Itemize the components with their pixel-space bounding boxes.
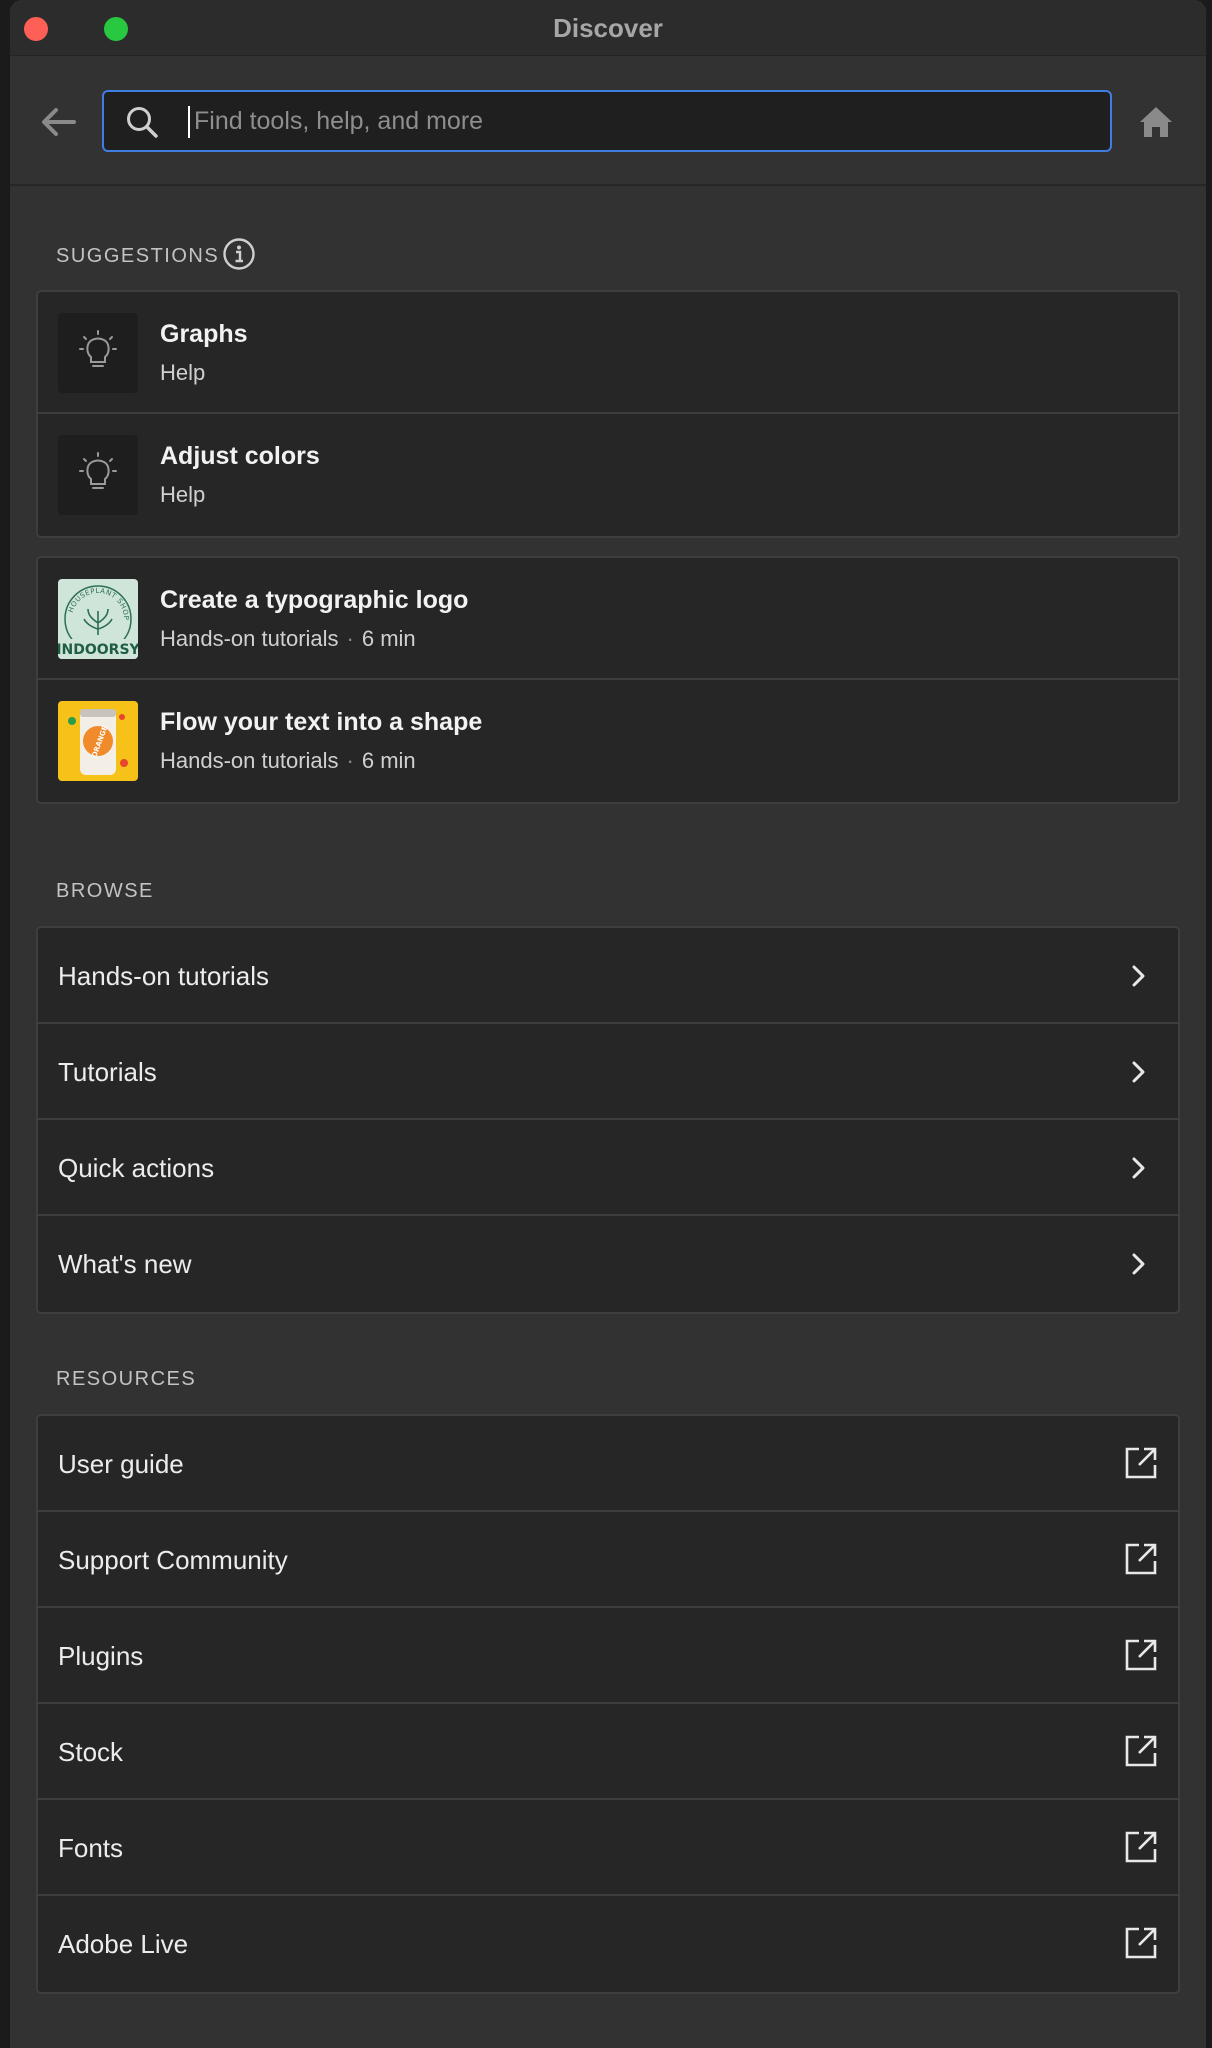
- external-link-icon: [1125, 1927, 1157, 1959]
- resource-item-label: Support Community: [58, 1545, 288, 1575]
- houseplant-logo-image: HOUSEPLANT SHOP INDOORSY: [58, 585, 138, 659]
- browse-item-label: Hands-on tutorials: [58, 961, 269, 991]
- lightbulb-icon: [79, 330, 117, 367]
- external-link-icon: [1125, 1639, 1157, 1671]
- text-caret: [188, 106, 190, 138]
- resources-card: User guide Support Community Plugins Sto…: [36, 1414, 1180, 1994]
- browse-item-quick-actions[interactable]: Quick actions: [38, 1120, 1178, 1216]
- suggestion-title: Graphs: [160, 320, 248, 348]
- discover-window: Discover SUGGESTIONS: [10, 0, 1206, 2048]
- browse-item-label: What's new: [58, 1249, 192, 1279]
- browse-item-tutorials[interactable]: Tutorials: [38, 1024, 1178, 1120]
- suggestion-subtitle: Help: [160, 360, 206, 385]
- resource-item-label: Adobe Live: [58, 1929, 189, 1959]
- search-field[interactable]: [102, 90, 1112, 152]
- tutorial-category: Hands-on tutorials: [160, 626, 339, 651]
- toolbar-divider: [10, 184, 1206, 186]
- browse-heading: BROWSE: [56, 880, 154, 902]
- tutorial-meta: Hands-on tutorials · 6 min: [160, 626, 416, 652]
- resource-item-fonts[interactable]: Fonts: [38, 1800, 1178, 1896]
- title-bar: Discover: [10, 0, 1206, 56]
- resource-item-user-guide[interactable]: User guide: [38, 1416, 1178, 1512]
- external-link-icon: [1125, 1735, 1157, 1767]
- browse-card: Hands-on tutorials Tutorials Quick actio…: [36, 926, 1180, 1314]
- browse-item-label: Tutorials: [58, 1057, 157, 1087]
- orange-can-image: ORANGE: [68, 709, 128, 775]
- resource-item-adobe-live[interactable]: Adobe Live: [38, 1896, 1178, 1992]
- browse-item-whats-new[interactable]: What's new: [38, 1216, 1178, 1312]
- tutorial-duration: 6 min: [361, 626, 416, 651]
- text-shape-thumbnail: ORANGE: [58, 701, 138, 781]
- search-input[interactable]: [194, 98, 1074, 144]
- chevron-right-icon: [1132, 1253, 1145, 1275]
- meta-separator: ·: [346, 626, 354, 651]
- chevron-right-icon: [1132, 965, 1145, 987]
- resource-item-support-community[interactable]: Support Community: [38, 1512, 1178, 1608]
- lightbulb-icon: [79, 452, 117, 489]
- tutorial-title: Flow your text into a shape: [160, 708, 483, 736]
- suggestions-heading: SUGGESTIONS: [56, 245, 220, 267]
- suggestion-subtitle: Help: [160, 482, 206, 507]
- browse-item-hands-on-tutorials[interactable]: Hands-on tutorials: [38, 928, 1178, 1024]
- info-icon[interactable]: [222, 237, 256, 271]
- tutorial-suggestions-card: HOUSEPLANT SHOP INDOORSY Create a typogr…: [36, 556, 1180, 804]
- back-button[interactable]: [36, 100, 80, 144]
- window-title: Discover: [553, 13, 663, 43]
- suggestion-title: Adjust colors: [160, 442, 320, 470]
- resource-item-label: Stock: [58, 1737, 124, 1767]
- typographic-logo-thumbnail: HOUSEPLANT SHOP INDOORSY: [58, 579, 138, 659]
- suggestion-thumbnail: [58, 313, 138, 393]
- resource-item-label: User guide: [58, 1449, 184, 1479]
- external-link-icon: [1125, 1543, 1157, 1575]
- tutorial-duration: 6 min: [361, 748, 416, 773]
- back-arrow-icon: [42, 108, 76, 136]
- chevron-right-icon: [1132, 1061, 1145, 1083]
- meta-separator: ·: [346, 748, 354, 773]
- home-button[interactable]: [1134, 100, 1178, 144]
- tutorial-category: Hands-on tutorials: [160, 748, 339, 773]
- suggestion-item[interactable]: Graphs Help: [38, 292, 1178, 414]
- resources-heading: RESOURCES: [56, 1368, 197, 1390]
- resource-item-stock[interactable]: Stock: [38, 1704, 1178, 1800]
- home-icon: [1140, 107, 1172, 137]
- resource-item-plugins[interactable]: Plugins: [38, 1608, 1178, 1704]
- resource-item-label: Plugins: [58, 1641, 144, 1671]
- suggestion-item[interactable]: Adjust colors Help: [38, 414, 1178, 536]
- tutorial-title: Create a typographic logo: [160, 586, 469, 614]
- external-link-icon: [1125, 1831, 1157, 1863]
- browse-item-label: Quick actions: [58, 1153, 215, 1183]
- tutorial-item[interactable]: HOUSEPLANT SHOP INDOORSY Create a typogr…: [38, 558, 1178, 680]
- external-link-icon: [1125, 1447, 1157, 1479]
- help-suggestions-card: Graphs Help Adjust colors Help: [36, 290, 1180, 538]
- resource-item-label: Fonts: [58, 1833, 124, 1863]
- search-icon: [127, 107, 158, 138]
- chevron-right-icon: [1132, 1157, 1145, 1179]
- suggestion-thumbnail: [58, 435, 138, 515]
- tutorial-item[interactable]: ORANGE Flow your text into a shape Hands…: [38, 680, 1178, 802]
- thumbnail-logo-text: INDOORSY: [58, 642, 138, 658]
- tutorial-meta: Hands-on tutorials · 6 min: [160, 748, 416, 774]
